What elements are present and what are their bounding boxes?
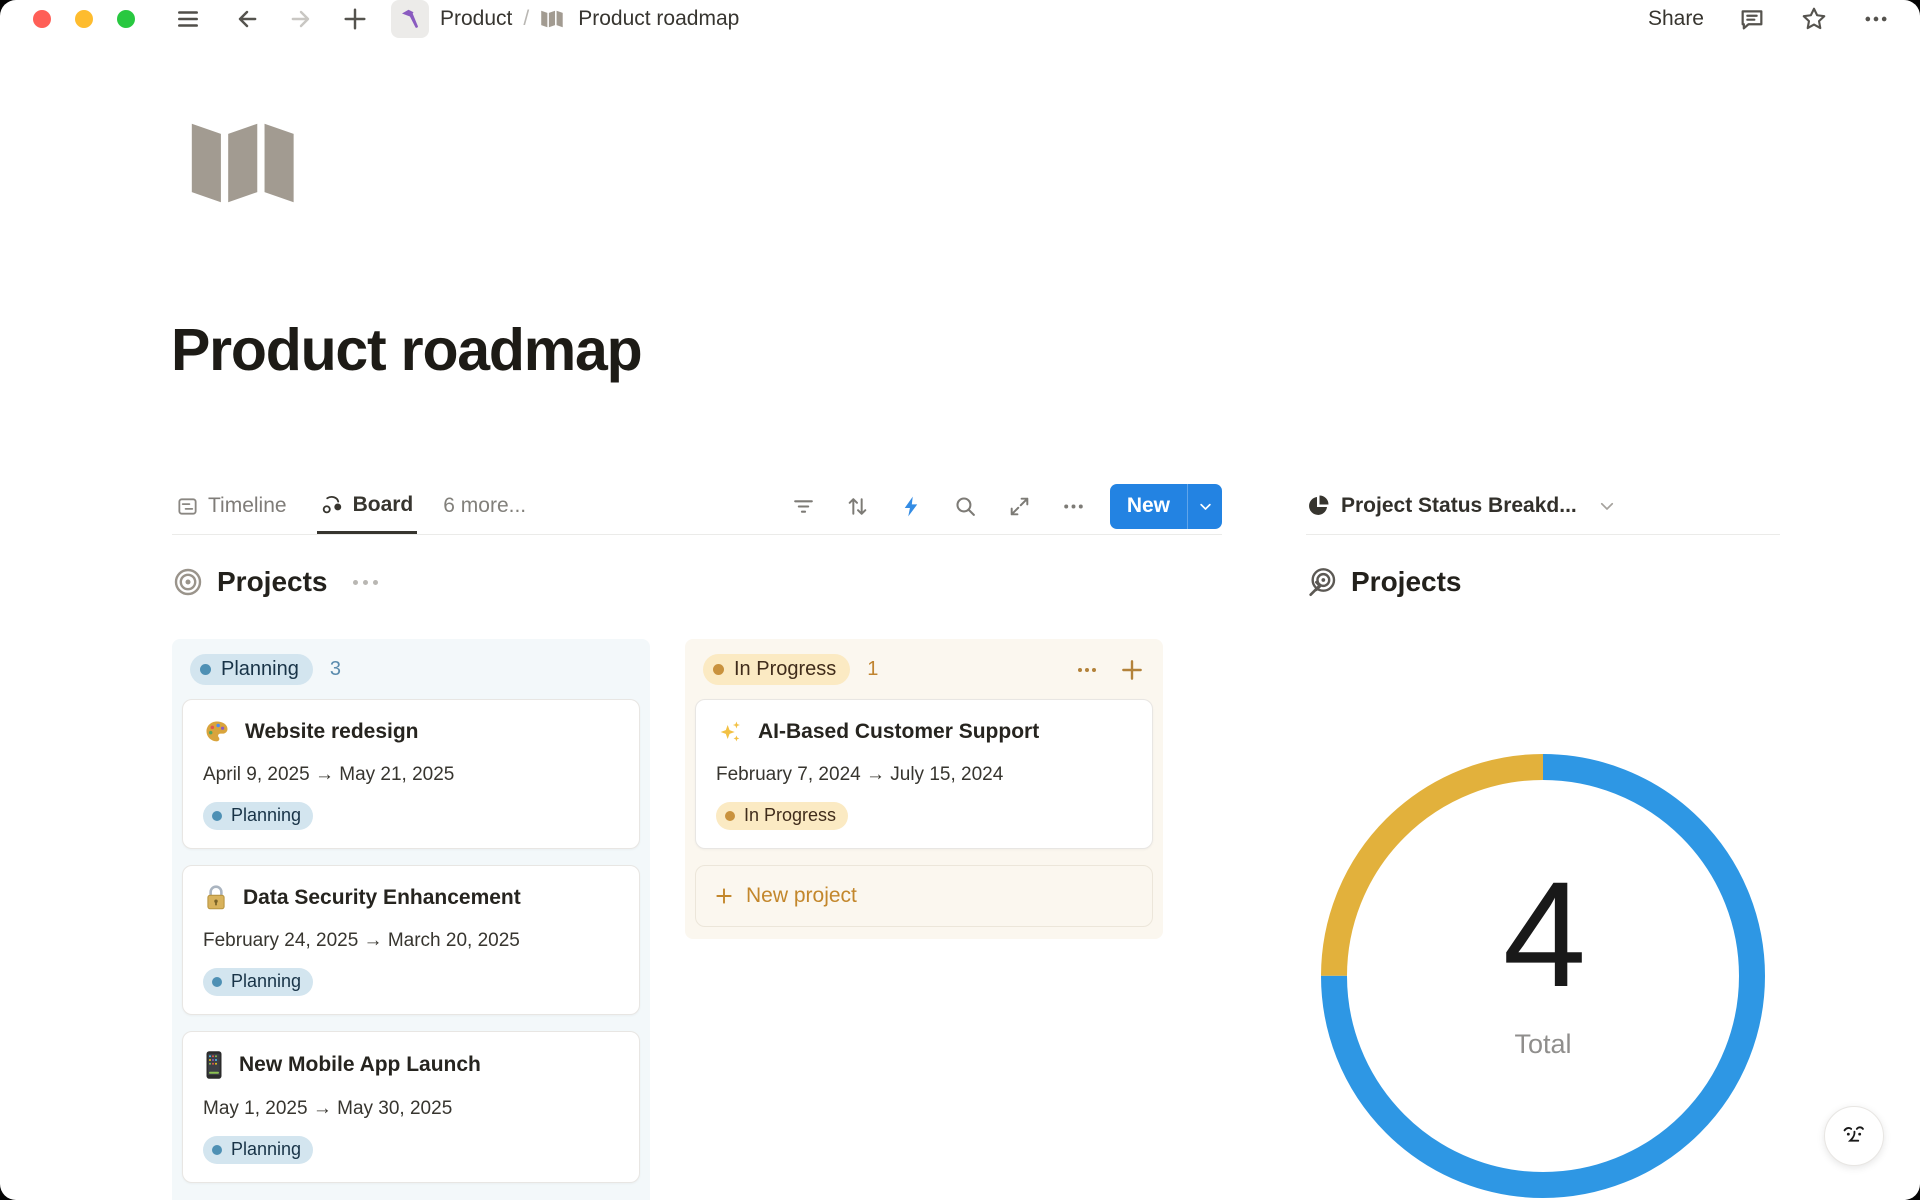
bullseye-icon (172, 566, 204, 598)
window-topbar: Product / Product roadmap Share (0, 0, 1920, 38)
chart-section-header: Projects (1306, 559, 1780, 605)
status-dot (212, 977, 222, 987)
card-date-range: February 7, 2024 → July 15, 2024 (716, 764, 1132, 786)
new-button[interactable]: New (1110, 484, 1222, 529)
timeline-icon (176, 495, 199, 518)
group-pill-planning[interactable]: Planning (190, 654, 313, 685)
group-count: 1 (867, 658, 878, 681)
search-icon[interactable] (953, 494, 978, 519)
page-title: Product roadmap (171, 316, 641, 384)
board-section-title[interactable]: Projects (217, 566, 328, 598)
card-status-pill[interactable]: Planning (203, 1136, 313, 1164)
card-title: Data Security Enhancement (243, 886, 521, 910)
new-page-plus-icon[interactable] (341, 5, 369, 33)
donut-total-label: Total (1306, 1029, 1780, 1060)
breadcrumb-separator: / (523, 7, 529, 31)
status-dot (725, 811, 735, 821)
project-card-data-security[interactable]: Data Security Enhancement February 24, 2… (182, 865, 640, 1015)
project-card-website-redesign[interactable]: Website redesign April 9, 2025 → May 21,… (182, 699, 640, 849)
window-controls (33, 10, 135, 28)
column-header-in-progress: In Progress 1 (695, 649, 1153, 699)
tab-timeline[interactable]: Timeline (172, 478, 291, 534)
view-tabs-row: Timeline Board 6 more... (172, 478, 1222, 535)
section-more-icon[interactable] (353, 580, 378, 585)
card-date-range: May 1, 2025 → May 30, 2025 (203, 1098, 619, 1120)
breadcrumb-current[interactable]: Product roadmap (578, 7, 739, 31)
board-section-header: Projects (172, 559, 1222, 605)
chevron-down-icon (1598, 497, 1616, 515)
group-pill-in-progress[interactable]: In Progress (703, 654, 850, 685)
new-button-chevron-icon[interactable] (1188, 499, 1222, 514)
bolt-icon[interactable] (899, 494, 924, 519)
ai-face-icon (1837, 1119, 1871, 1153)
pie-chart-icon (1306, 494, 1330, 518)
breadcrumb: Product / Product roadmap (391, 0, 739, 38)
notion-ai-face-button[interactable] (1824, 1106, 1884, 1166)
target-arrow-icon (1306, 566, 1338, 598)
card-title: Website redesign (245, 720, 419, 744)
share-button[interactable]: Share (1648, 7, 1704, 31)
mobile-phone-icon (203, 1050, 225, 1080)
column-header-planning: Planning 3 (182, 649, 640, 699)
app-window: Product / Product roadmap Share (0, 0, 1920, 1200)
forward-icon[interactable] (287, 5, 315, 33)
card-title: New Mobile App Launch (239, 1053, 481, 1077)
more-views-button[interactable]: 6 more... (443, 494, 526, 518)
new-button-label: New (1110, 494, 1187, 518)
status-dot (713, 664, 724, 675)
card-title: AI-Based Customer Support (758, 720, 1039, 744)
page-map-icon[interactable] (186, 116, 314, 215)
lock-icon (203, 884, 229, 912)
project-card-ai-support[interactable]: AI-Based Customer Support February 7, 20… (695, 699, 1153, 849)
back-icon[interactable] (233, 5, 261, 33)
close-window-button[interactable] (33, 10, 51, 28)
tab-board[interactable]: Board (317, 478, 418, 534)
chart-view-selector[interactable]: Project Status Breakd... (1306, 478, 1780, 535)
sidebar-menu-icon[interactable] (175, 6, 201, 32)
board-icon (321, 493, 344, 516)
status-donut-chart: 4 Total (1306, 741, 1780, 1200)
sort-icon[interactable] (845, 494, 870, 519)
zoom-window-button[interactable] (117, 10, 135, 28)
sparkles-icon (716, 718, 744, 746)
map-icon (540, 8, 567, 30)
kanban-board: Planning 3 Website redesign (172, 639, 1222, 1200)
card-status-pill[interactable]: In Progress (716, 802, 848, 830)
status-dot (200, 664, 211, 675)
breadcrumb-parent[interactable]: Product (440, 7, 512, 31)
new-project-button[interactable]: New project (695, 865, 1153, 927)
project-card-mobile-app[interactable]: New Mobile App Launch May 1, 2025 → May … (182, 1031, 640, 1183)
chart-section-title[interactable]: Projects (1351, 566, 1462, 598)
more-icon[interactable] (1862, 5, 1890, 33)
card-date-range: April 9, 2025 → May 21, 2025 (203, 764, 619, 786)
card-status-pill[interactable]: Planning (203, 968, 313, 996)
card-status-pill[interactable]: Planning (203, 802, 313, 830)
status-dot (212, 811, 222, 821)
status-dot (212, 1145, 222, 1155)
board-column-planning: Planning 3 Website redesign (172, 639, 650, 1200)
filter-icon[interactable] (791, 494, 816, 519)
board-column-in-progress: In Progress 1 (685, 639, 1163, 939)
star-icon[interactable] (1800, 5, 1828, 33)
column-add-icon[interactable] (1119, 657, 1145, 683)
chart-view-selector-label: Project Status Breakd... (1341, 494, 1577, 518)
minimize-window-button[interactable] (75, 10, 93, 28)
view-options-more-icon[interactable] (1061, 494, 1086, 519)
hammer-icon[interactable] (391, 0, 429, 38)
palette-icon (203, 718, 231, 746)
donut-total-value: 4 (1306, 859, 1780, 1009)
card-date-range: February 24, 2025 → March 20, 2025 (203, 930, 619, 952)
plus-icon (714, 886, 734, 906)
expand-icon[interactable] (1007, 494, 1032, 519)
column-more-icon[interactable] (1075, 658, 1099, 682)
comment-icon[interactable] (1738, 5, 1766, 33)
group-count: 3 (330, 658, 341, 681)
